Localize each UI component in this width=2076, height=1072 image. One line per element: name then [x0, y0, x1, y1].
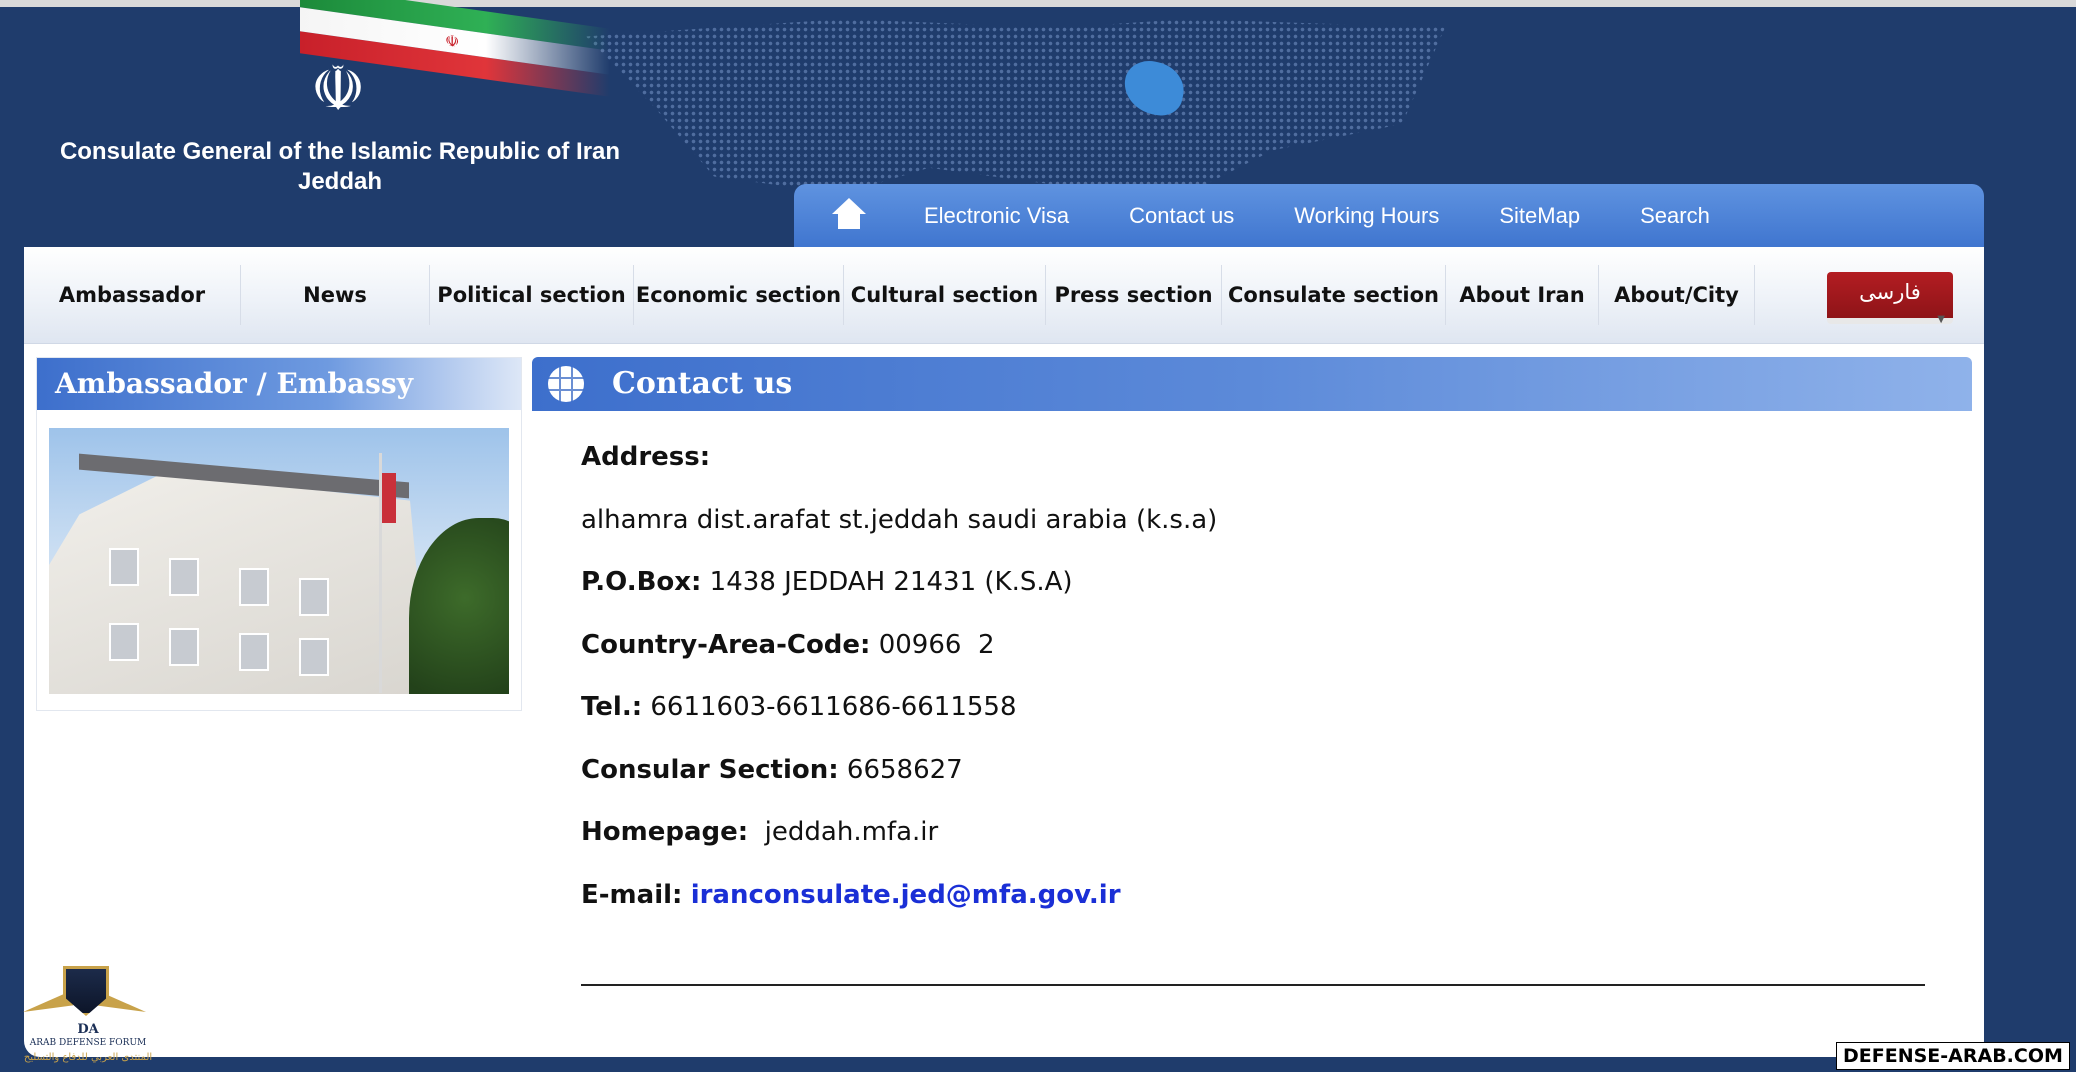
menu-economic-section[interactable]: Economic section — [634, 265, 844, 325]
main-panel: Ambassador News Political section Econom… — [24, 247, 1984, 1057]
consular-row: Consular Section: 6658627 — [581, 748, 1941, 811]
menu-press-section[interactable]: Press section — [1046, 265, 1222, 325]
email-label: E-mail: — [581, 879, 683, 910]
address-label: Address: — [581, 442, 711, 472]
tel-row: Tel.: 6611603-6611686-6611558 — [581, 685, 1941, 748]
dropdown-caret-icon: ▼ — [1937, 314, 1945, 325]
nav-working-hours[interactable]: Working Hours — [1264, 203, 1469, 229]
pobox-label: P.O.Box: — [581, 567, 702, 597]
nav-search[interactable]: Search — [1610, 203, 1740, 229]
language-farsi-button[interactable]: فارسی ▼ — [1827, 272, 1953, 325]
content-header: Contact us — [532, 357, 1972, 411]
nav-contact-us[interactable]: Contact us — [1099, 203, 1264, 229]
sidebar-box: Ambassador / Embassy — [36, 357, 522, 711]
logo-name: ARAB DEFENSE FORUM — [29, 1038, 147, 1048]
address-value-row: alhamra dist.arafat st.jeddah saudi arab… — [581, 498, 1941, 561]
area-code-row: Country-Area-Code: 00966 2 — [581, 623, 1941, 686]
iran-emblem-icon: ☫ — [310, 52, 366, 125]
embassy-building-photo — [49, 428, 509, 694]
language-button-label: فارسی — [1859, 280, 1921, 304]
tel-label: Tel.: — [581, 692, 643, 722]
menu-ambassador[interactable]: Ambassador — [24, 265, 241, 325]
site-title-line2: Jeddah — [297, 168, 383, 195]
tel-value: 6611603-6611686-6611558 — [642, 692, 1017, 722]
pobox-value: 1438 JEDDAH 21431 (K.S.A) — [701, 567, 1073, 597]
homepage-row: Homepage: jeddah.mfa.ir — [581, 810, 1941, 873]
homepage-value: jeddah.mfa.ir — [748, 817, 939, 847]
home-icon[interactable] — [830, 198, 870, 234]
menu-about-iran[interactable]: About Iran — [1446, 265, 1599, 325]
globe-icon — [548, 366, 584, 402]
nav-sitemap[interactable]: SiteMap — [1469, 203, 1610, 229]
email-link[interactable]: iranconsulate.jed@mfa.gov.ir — [691, 880, 1121, 910]
logo-arabic: المنتدى العربي للدفاع والتسليح — [23, 1052, 153, 1063]
address-value: alhamra dist.arafat st.jeddah saudi arab… — [581, 504, 1218, 535]
menu-political-section[interactable]: Political section — [430, 265, 634, 325]
consular-label: Consular Section: — [581, 754, 839, 785]
area-code-label: Country-Area-Code: — [581, 629, 871, 660]
homepage-label: Homepage: — [581, 817, 749, 847]
consular-value: 6658627 — [838, 754, 963, 785]
site-title[interactable]: Consulate General of the Islamic Republi… — [55, 137, 625, 197]
nav-electronic-visa[interactable]: Electronic Visa — [894, 203, 1099, 229]
address-row: Address: — [581, 435, 1941, 498]
top-navigation: Electronic Visa Contact us Working Hours… — [794, 184, 1984, 248]
sidebar-title: Ambassador / Embassy — [37, 358, 521, 410]
logo-abbr: DA — [77, 1022, 99, 1037]
content-divider — [581, 984, 1925, 986]
area-code-value: 00966 2 — [870, 629, 995, 660]
site-title-line1: Consulate General of the Islamic Republi… — [59, 138, 621, 165]
arab-defense-forum-logo: DA ARAB DEFENSE FORUM المنتدى العربي للد… — [18, 960, 158, 1070]
email-row: E-mail: iranconsulate.jed@mfa.gov.ir — [581, 873, 1941, 936]
pobox-row: P.O.Box: 1438 JEDDAH 21431 (K.S.A) — [581, 560, 1941, 623]
contact-details: Address: alhamra dist.arafat st.jeddah s… — [581, 435, 1941, 935]
menu-cultural-section[interactable]: Cultural section — [844, 265, 1046, 325]
section-menu: Ambassador News Political section Econom… — [24, 247, 1984, 344]
menu-about-city[interactable]: About/City — [1599, 265, 1755, 325]
menu-news[interactable]: News — [241, 265, 430, 325]
page-title: Contact us — [612, 366, 793, 401]
menu-consulate-section[interactable]: Consulate section — [1222, 265, 1446, 325]
world-map-graphic — [585, 19, 1445, 194]
watermark-site-text: DEFENSE-ARAB.COM — [1836, 1042, 2070, 1070]
